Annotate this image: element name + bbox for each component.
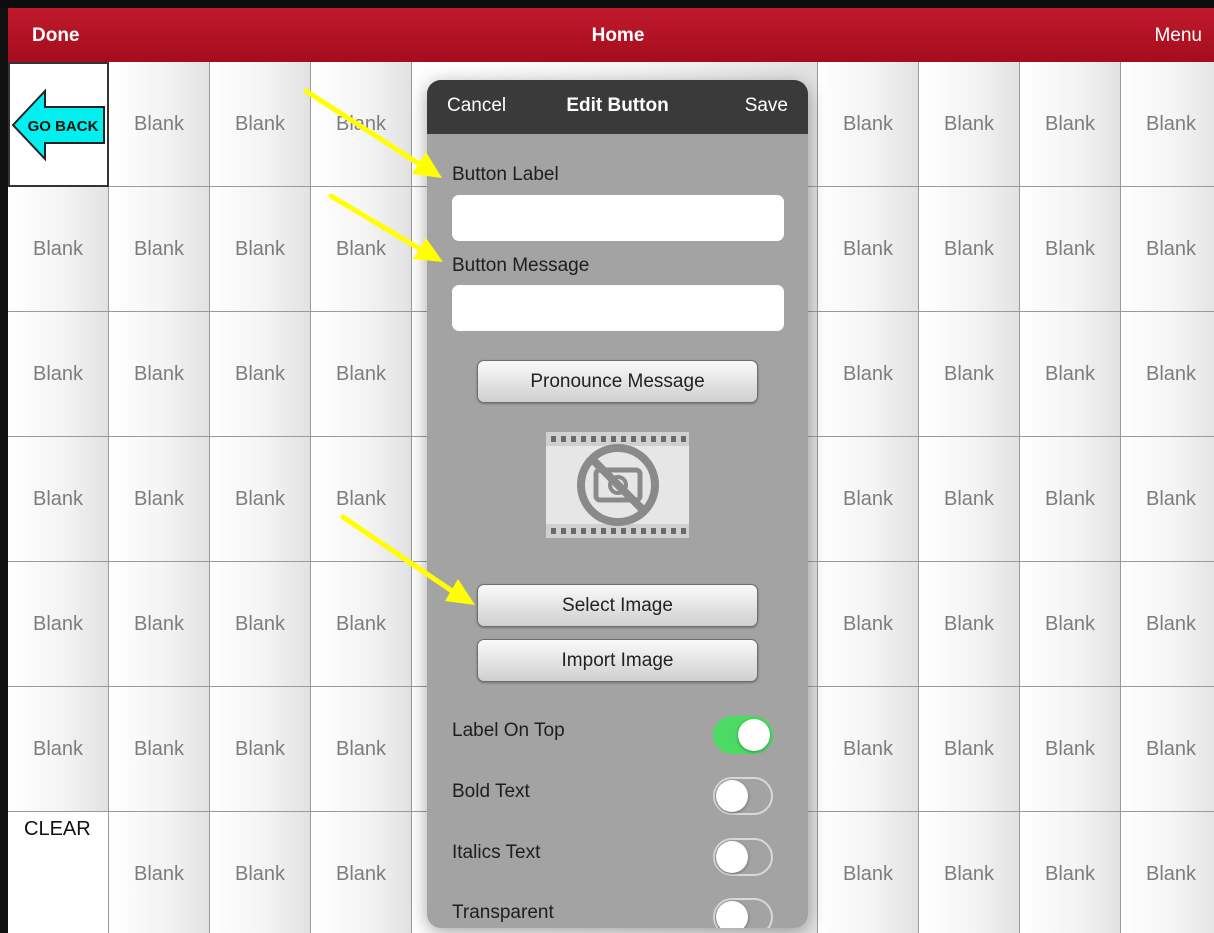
blank-cell[interactable]: Blank (109, 687, 210, 812)
blank-cell[interactable]: Blank (8, 437, 109, 562)
status-strip (0, 0, 1214, 8)
app-window: Done Home Menu GO BACK Blank Blank Blank Bla… (0, 0, 1214, 933)
blank-cell[interactable]: Blank (8, 187, 109, 312)
blank-cell[interactable]: Blank (1020, 437, 1121, 562)
select-image-button[interactable]: Select Image (477, 584, 758, 627)
blank-cell[interactable]: Blank (210, 187, 311, 312)
toggle-knob (716, 780, 748, 812)
bold-text-toggle[interactable] (713, 777, 773, 815)
blank-cell[interactable]: Blank (1020, 62, 1121, 187)
blank-cell[interactable]: Blank (1121, 187, 1214, 312)
menu-button[interactable]: Menu (1154, 25, 1202, 47)
clear-button[interactable]: CLEAR (8, 812, 109, 933)
blank-cell[interactable]: Blank (8, 312, 109, 437)
blank-cell[interactable]: Blank (109, 312, 210, 437)
blank-cell[interactable]: Blank (109, 437, 210, 562)
blank-cell[interactable]: Blank (818, 562, 919, 687)
blank-cell[interactable]: Blank (1121, 437, 1214, 562)
blank-cell[interactable]: Blank (1020, 812, 1121, 933)
blank-cell[interactable]: Blank (919, 812, 1020, 933)
blank-cell[interactable]: Blank (818, 687, 919, 812)
go-back-arrow-icon: GO BACK (11, 87, 105, 162)
blank-cell[interactable]: Blank (818, 62, 919, 187)
italics-text-label: Italics Text (452, 842, 541, 863)
blank-cell[interactable]: Blank (818, 437, 919, 562)
blank-cell[interactable]: Blank (1121, 812, 1214, 933)
label-on-top-label: Label On Top (452, 720, 565, 741)
nav-title: Home (591, 25, 645, 46)
clear-label: CLEAR (24, 818, 91, 840)
blank-cell[interactable]: Blank (8, 687, 109, 812)
blank-cell[interactable]: Blank (210, 437, 311, 562)
blank-cell[interactable]: Blank (210, 62, 311, 187)
pronounce-message-button[interactable]: Pronounce Message (477, 360, 758, 403)
toggle-knob (716, 841, 748, 873)
blank-cell[interactable]: Blank (311, 812, 412, 933)
blank-cell[interactable]: Blank (311, 312, 412, 437)
blank-cell[interactable]: Blank (1020, 687, 1121, 812)
dialog-header: Cancel Edit Button Save (427, 80, 808, 134)
transparent-toggle[interactable] (713, 898, 773, 928)
blank-cell[interactable]: Blank (109, 187, 210, 312)
go-back-label: GO BACK (27, 118, 98, 135)
blank-cell[interactable]: Blank (919, 187, 1020, 312)
blank-cell[interactable]: Blank (311, 687, 412, 812)
blank-cell[interactable]: Blank (311, 62, 412, 187)
blank-cell[interactable]: Blank (210, 312, 311, 437)
blank-cell[interactable]: Blank (1020, 187, 1121, 312)
blank-cell[interactable]: Blank (109, 62, 210, 187)
blank-cell[interactable]: Blank (109, 812, 210, 933)
blank-cell[interactable]: Blank (210, 812, 311, 933)
blank-cell[interactable]: Blank (1020, 562, 1121, 687)
italics-text-toggle[interactable] (713, 838, 773, 876)
blank-cell[interactable]: Blank (8, 562, 109, 687)
blank-cell[interactable]: Blank (1121, 312, 1214, 437)
nav-bar: Done Home Menu (8, 8, 1214, 62)
blank-cell[interactable]: Blank (919, 62, 1020, 187)
blank-cell[interactable]: Blank (919, 562, 1020, 687)
blank-cell[interactable]: Blank (919, 687, 1020, 812)
blank-cell[interactable]: Blank (919, 312, 1020, 437)
blank-cell[interactable]: Blank (818, 187, 919, 312)
blank-cell[interactable]: Blank (311, 437, 412, 562)
save-button[interactable]: Save (745, 95, 788, 117)
bold-text-label: Bold Text (452, 781, 530, 802)
blank-cell[interactable]: Blank (818, 312, 919, 437)
button-label-heading: Button Label (452, 164, 559, 185)
blank-cell[interactable]: Blank (109, 562, 210, 687)
button-message-input[interactable] (452, 285, 784, 331)
button-message-heading: Button Message (452, 255, 590, 276)
import-image-button[interactable]: Import Image (477, 639, 758, 682)
label-on-top-toggle[interactable] (713, 716, 773, 754)
blank-cell[interactable]: Blank (1121, 62, 1214, 187)
transparent-label: Transparent (452, 902, 554, 923)
edit-button-dialog: Cancel Edit Button Save Button Label But… (427, 80, 808, 928)
blank-cell[interactable]: Blank (210, 687, 311, 812)
blank-cell[interactable]: Blank (311, 187, 412, 312)
blank-cell[interactable]: Blank (1020, 312, 1121, 437)
toggle-knob (716, 901, 748, 928)
button-label-input[interactable] (452, 195, 784, 241)
blank-cell[interactable]: Blank (311, 562, 412, 687)
blank-cell[interactable]: Blank (919, 437, 1020, 562)
no-image-icon (546, 432, 689, 538)
toggle-knob (738, 719, 770, 751)
blank-cell[interactable]: Blank (1121, 687, 1214, 812)
blank-cell[interactable]: Blank (818, 812, 919, 933)
blank-cell[interactable]: Blank (210, 562, 311, 687)
blank-cell[interactable]: Blank (1121, 562, 1214, 687)
go-back-button[interactable]: GO BACK (8, 62, 109, 187)
